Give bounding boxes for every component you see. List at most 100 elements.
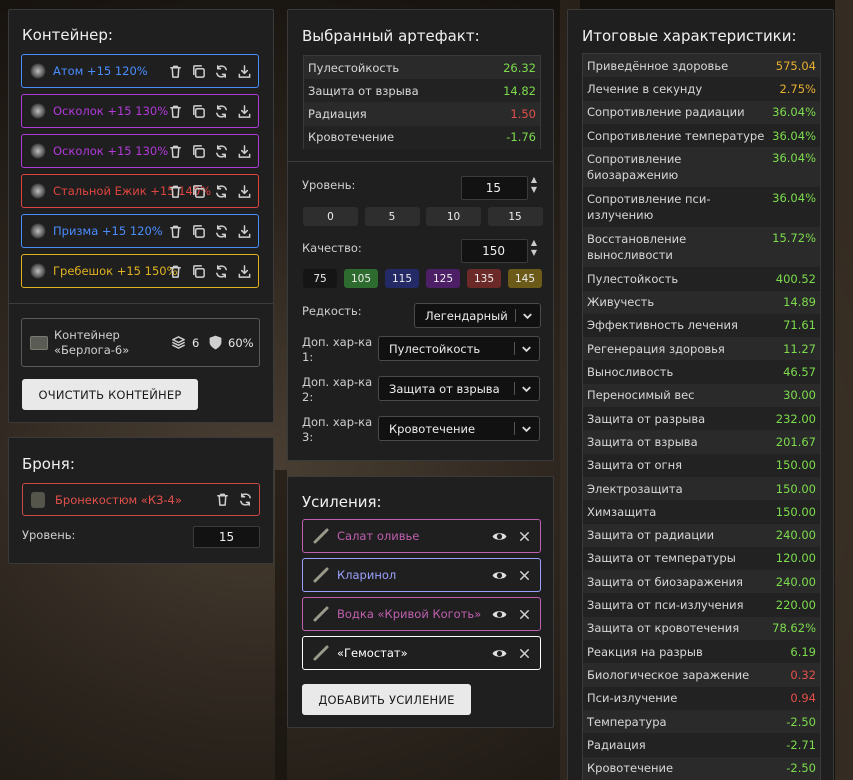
extra-stat-number: 2: — [302, 390, 314, 404]
swap-icon[interactable] — [214, 64, 229, 79]
quality-preset-button[interactable]: 75 — [303, 269, 337, 288]
close-icon[interactable] — [517, 568, 532, 583]
extra-stat-select[interactable]: Защита от взрыва — [378, 376, 540, 401]
download-icon[interactable] — [237, 224, 252, 239]
quality-preset-button[interactable]: 135 — [467, 269, 501, 288]
trash-icon[interactable] — [168, 64, 183, 79]
copy-icon[interactable] — [191, 264, 206, 279]
total-stat-name: Живучесть — [587, 295, 655, 310]
container-artifact-item[interactable]: Атом +15 120% — [21, 54, 259, 88]
quality-preset-button[interactable]: 145 — [508, 269, 542, 288]
total-stat-row: Сопротивление температуре 36.04% — [583, 123, 820, 148]
total-stat-row: Защита от взрыва 201.67 — [583, 430, 820, 454]
container-artifact-item[interactable]: Осколок +15 130% — [21, 94, 259, 128]
boost-label: Кларинол — [337, 568, 397, 582]
level-preset-button[interactable]: 5 — [364, 207, 420, 226]
download-icon[interactable] — [237, 264, 252, 279]
injector-icon — [311, 643, 331, 663]
rarity-value: Легендарный — [425, 308, 508, 323]
stepper-up-icon[interactable]: ▲ — [528, 238, 540, 248]
trash-icon[interactable] — [168, 144, 183, 159]
quality-input[interactable]: 150 — [461, 239, 528, 263]
stepper-up-icon[interactable]: ▲ — [528, 175, 540, 185]
copy-icon[interactable] — [191, 144, 206, 159]
quality-preset-button[interactable]: 115 — [385, 269, 419, 288]
total-stat-row: Сопротивление биозаражению 36.04% — [583, 147, 820, 188]
level-stepper[interactable]: ▲ ▼ — [528, 175, 540, 201]
total-stat-row: Защита от пси-излучения 220.00 — [583, 593, 820, 617]
container-card[interactable]: Контейнер «Берлога-6» 6 60% — [21, 318, 260, 367]
rarity-label: Редкость: — [302, 304, 362, 318]
download-icon[interactable] — [237, 144, 252, 159]
total-stat-value: -2.71 — [786, 737, 816, 752]
layers-icon — [171, 335, 186, 350]
total-stat-value: 120.00 — [775, 551, 816, 566]
quality-preset-button[interactable]: 125 — [426, 269, 460, 288]
artifact-label: Призма +15 120% — [53, 224, 163, 238]
container-box-icon — [30, 335, 48, 350]
copy-icon[interactable] — [191, 104, 206, 119]
boost-item[interactable]: Салат оливье — [302, 519, 541, 553]
quality-preset-button[interactable]: 105 — [344, 269, 378, 288]
close-icon[interactable] — [517, 607, 532, 622]
total-stat-value: 11.27 — [783, 341, 816, 356]
total-stat-value: 36.04% — [772, 191, 816, 206]
swap-icon[interactable] — [238, 492, 253, 507]
extra-stat-select[interactable]: Пулестойкость — [378, 336, 540, 361]
swap-icon[interactable] — [214, 224, 229, 239]
trash-icon[interactable] — [168, 224, 183, 239]
copy-icon[interactable] — [191, 64, 206, 79]
clear-container-button[interactable]: ОЧИСТИТЬ КОНТЕЙНЕР — [22, 379, 198, 410]
close-icon[interactable] — [517, 646, 532, 661]
extra-stat-select[interactable]: Кровотечение — [378, 416, 540, 441]
panel-title: Выбранный артефакт: — [302, 27, 480, 45]
level-preset-button[interactable]: 0 — [303, 207, 358, 226]
swap-icon[interactable] — [214, 144, 229, 159]
total-stat-value: -2.50 — [786, 761, 816, 776]
trash-icon[interactable] — [215, 492, 230, 507]
download-icon[interactable] — [237, 64, 252, 79]
container-artifact-item[interactable]: Гребешок +15 150% — [21, 254, 259, 288]
add-boost-button[interactable]: ДОБАВИТЬ УСИЛЕНИЕ — [302, 684, 471, 715]
swap-icon[interactable] — [214, 264, 229, 279]
total-stat-name: Кровотечение — [587, 761, 674, 776]
total-stat-row: Эффективность лечения 71.61 — [583, 313, 820, 338]
artifact-thumbnail-icon — [30, 183, 46, 199]
level-preset-button[interactable]: 10 — [426, 207, 481, 226]
boost-item[interactable]: Кларинол — [302, 558, 541, 592]
total-stat-name: Биологическое заражение — [587, 667, 750, 682]
trash-icon[interactable] — [168, 264, 183, 279]
rarity-select[interactable]: Легендарный — [414, 303, 541, 328]
stepper-down-icon[interactable]: ▼ — [528, 185, 540, 195]
eye-icon[interactable] — [492, 607, 507, 622]
download-icon[interactable] — [237, 104, 252, 119]
boost-item[interactable]: «Гемостат» — [302, 636, 541, 670]
total-stat-name: Защита от пси-излучения — [587, 598, 744, 613]
copy-icon[interactable] — [191, 224, 206, 239]
copy-icon[interactable] — [191, 184, 206, 199]
container-artifact-item[interactable]: Призма +15 120% — [21, 214, 259, 248]
armor-level-input[interactable]: 15 — [193, 526, 260, 548]
container-artifact-item[interactable]: Осколок +15 130% — [21, 134, 259, 168]
quality-stepper[interactable]: ▲ ▼ — [528, 238, 540, 264]
trash-icon[interactable] — [168, 184, 183, 199]
eye-icon[interactable] — [492, 529, 507, 544]
close-icon[interactable] — [517, 529, 532, 544]
download-icon[interactable] — [237, 184, 252, 199]
extra-stat-label: Доп. хар-ка 1: — [302, 335, 382, 365]
swap-icon[interactable] — [214, 184, 229, 199]
eye-icon[interactable] — [492, 646, 507, 661]
total-stat-row: Температура -2.50 — [583, 709, 820, 734]
container-protection: 60% — [228, 336, 254, 350]
eye-icon[interactable] — [492, 568, 507, 583]
container-artifact-item[interactable]: Стальной Ежик +15 140% — [21, 174, 259, 208]
swap-icon[interactable] — [214, 104, 229, 119]
level-preset-button[interactable]: 15 — [487, 207, 543, 226]
extra-stat-number: 1: — [302, 350, 314, 364]
level-input[interactable]: 15 — [461, 176, 528, 200]
stepper-down-icon[interactable]: ▼ — [528, 248, 540, 258]
armor-item[interactable]: Бронекостюм «КЗ-4» — [22, 483, 260, 516]
trash-icon[interactable] — [168, 104, 183, 119]
boost-item[interactable]: Водка «Кривой Коготь» — [302, 597, 541, 631]
total-stat-value: 6.19 — [790, 644, 816, 659]
